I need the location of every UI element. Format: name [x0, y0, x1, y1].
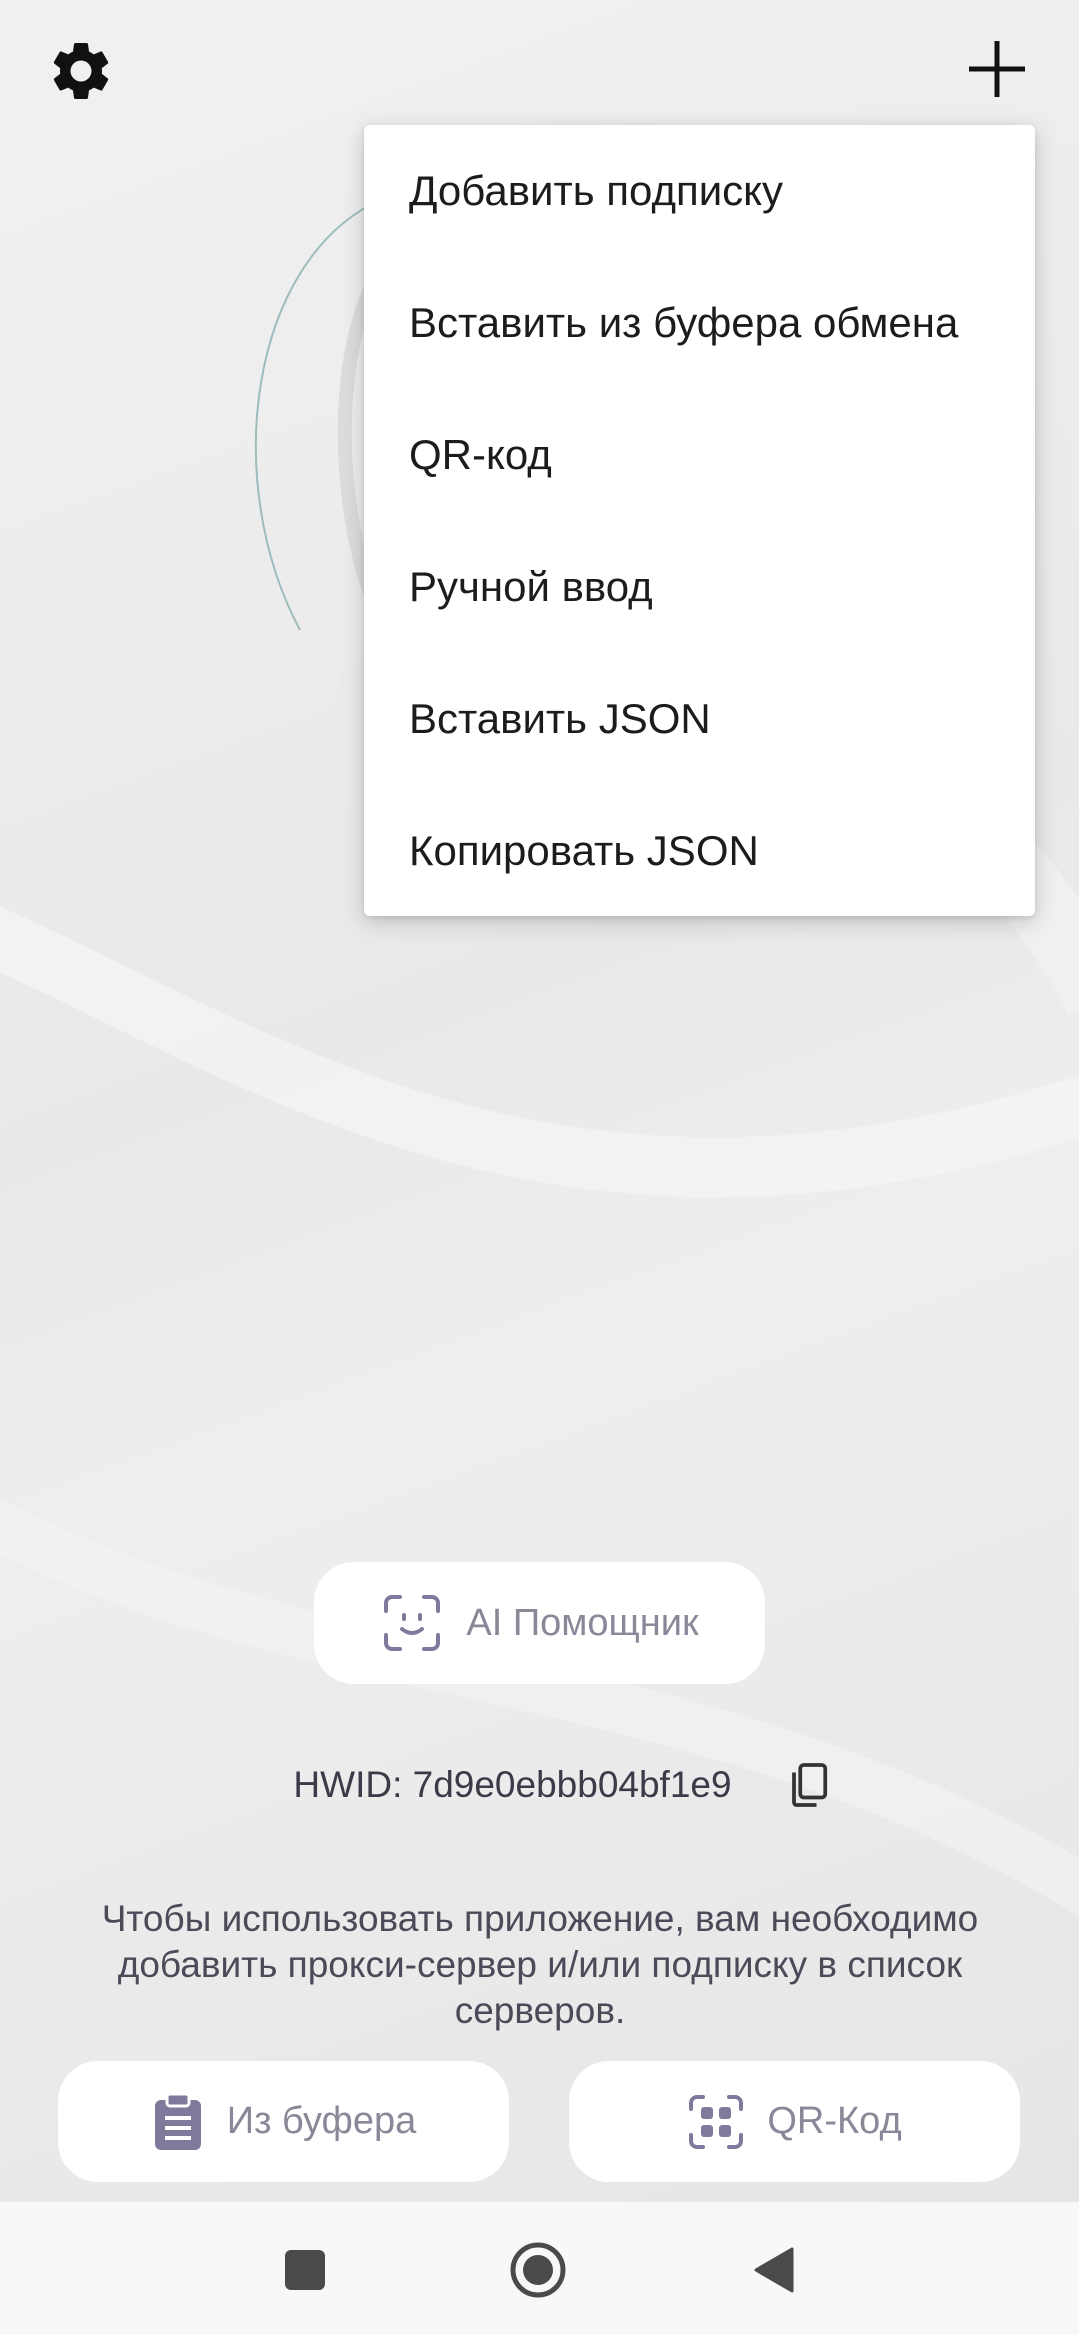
qr-code-label: QR-Код — [767, 2100, 902, 2142]
settings-button[interactable] — [36, 26, 126, 116]
menu-item-add-subscription[interactable]: Добавить подписку — [364, 125, 1035, 257]
from-clipboard-button[interactable]: Из буфера — [58, 2061, 509, 2182]
menu-item-qr-code[interactable]: QR-код — [364, 389, 1035, 521]
recent-apps-button[interactable] — [275, 2240, 335, 2300]
ai-assistant-button[interactable]: AI Помощник — [314, 1562, 765, 1684]
square-icon — [285, 2250, 325, 2290]
menu-item-paste-clipboard[interactable]: Вставить из буфера обмена — [364, 257, 1035, 389]
hwid-text: HWID: 7d9e0ebbb04bf1e9 — [293, 1764, 732, 1805]
qr-code-button[interactable]: QR-Код — [569, 2061, 1020, 2182]
face-scan-icon — [384, 1595, 441, 1651]
clipboard-icon — [154, 2092, 201, 2150]
add-menu: Добавить подписку Вставить из буфера обм… — [364, 125, 1035, 916]
from-clipboard-label: Из буфера — [226, 2100, 417, 2142]
home-button[interactable] — [508, 2240, 568, 2300]
triangle-back-icon — [754, 2247, 794, 2293]
hint-text: Чтобы использовать приложение, вам необх… — [101, 1898, 979, 2031]
back-button[interactable] — [743, 2240, 803, 2300]
ai-assistant-label: AI Помощник — [466, 1601, 699, 1644]
qr-scan-icon — [689, 2094, 744, 2149]
copy-icon[interactable] — [784, 1760, 834, 1810]
circle-home-icon — [510, 2242, 566, 2298]
menu-item-manual-input[interactable]: Ручной ввод — [364, 521, 1035, 653]
add-button[interactable] — [952, 24, 1042, 114]
menu-item-paste-json[interactable]: Вставить JSON — [364, 653, 1035, 785]
hwid-row: HWID: 7d9e0ebbb04bf1e9 — [0, 1760, 1079, 1810]
gear-icon — [53, 42, 109, 99]
menu-item-copy-json[interactable]: Копировать JSON — [364, 785, 1035, 917]
plus-icon — [969, 41, 1025, 97]
